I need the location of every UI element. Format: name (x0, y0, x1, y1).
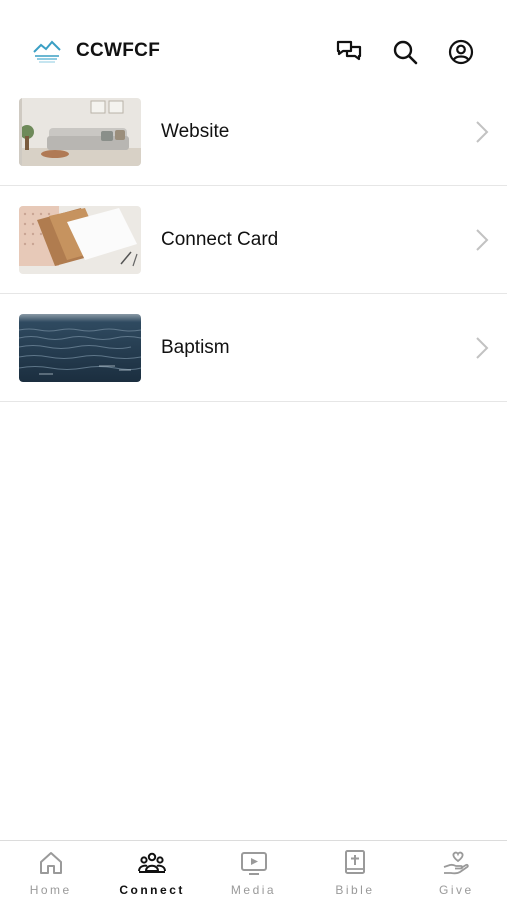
people-icon (138, 852, 167, 873)
tab-label: Give (438, 883, 474, 897)
tab-label: Connect (119, 883, 185, 897)
water-photo (19, 313, 141, 382)
app-title: CCWFCF (76, 40, 161, 61)
tab-home[interactable]: Home (0, 841, 101, 900)
list-item-label: Connect Card (161, 228, 279, 250)
chevron-right-icon (476, 120, 489, 143)
cards-photo (19, 205, 141, 274)
brand[interactable]: CCWFCF (32, 38, 160, 64)
tab-bible[interactable]: Bible (304, 841, 405, 900)
living-room-photo (19, 97, 141, 166)
home-icon (39, 852, 62, 874)
tab-give[interactable]: Give (406, 841, 507, 900)
chevron-right-icon (476, 336, 489, 359)
heart-hand-icon (444, 851, 470, 875)
bible-icon (344, 850, 365, 874)
chevron-right-icon (476, 228, 489, 251)
profile-icon[interactable] (447, 38, 475, 66)
connect-list: Website Connect Card Baptism (0, 78, 507, 402)
list-item-baptism[interactable]: Baptism (0, 294, 507, 402)
tab-label: Home (29, 883, 72, 897)
chat-icon[interactable] (335, 38, 363, 66)
tab-label: Media (230, 883, 277, 897)
list-item-label: Baptism (161, 336, 230, 358)
list-item-connect-card[interactable]: Connect Card (0, 186, 507, 294)
tab-media[interactable]: Media (203, 841, 304, 900)
tv-play-icon (240, 852, 267, 875)
logo-icon (33, 40, 61, 63)
list-item-label: Website (161, 120, 230, 142)
bottom-tab-bar: Home Connect Media Bible Give (0, 840, 507, 900)
list-item-website[interactable]: Website (0, 78, 507, 186)
app-header: CCWFCF (0, 0, 507, 84)
tab-label: Bible (335, 883, 375, 897)
search-icon[interactable] (391, 38, 419, 66)
tab-connect[interactable]: Connect (101, 841, 202, 900)
